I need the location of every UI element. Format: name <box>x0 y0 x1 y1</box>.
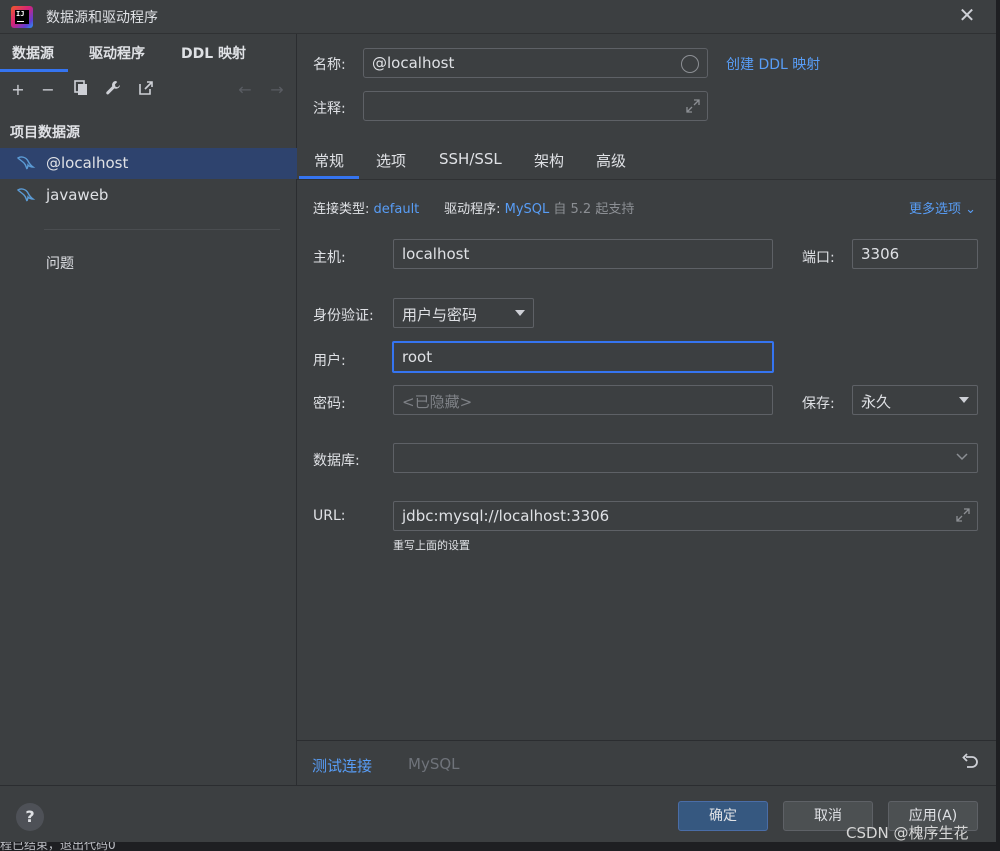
auth-value: 用户与密码 <box>402 306 478 324</box>
copy-icon[interactable] <box>71 80 91 100</box>
tab-ddl-mappings[interactable]: DDL 映射 <box>181 43 246 63</box>
tab-advanced[interactable]: 高级 <box>596 150 626 171</box>
name-value: @localhost <box>372 54 455 72</box>
title-bar: IJ 数据源和驱动程序 ✕ <box>0 0 996 34</box>
port-label: 端口: <box>802 250 835 266</box>
background-console-text: 程已结束，退出代码0 <box>0 842 116 851</box>
datasource-dialog: IJ 数据源和驱动程序 ✕ 数据源 驱动程序 DDL 映射 + − ← → 项目… <box>0 0 996 842</box>
name-input[interactable]: @localhost <box>363 48 708 78</box>
forward-arrow-icon[interactable]: → <box>267 80 287 100</box>
problems-item[interactable]: 问题 <box>46 253 74 273</box>
password-label: 密码: <box>313 396 346 412</box>
host-label: 主机: <box>313 250 346 266</box>
auth-dropdown[interactable]: 用户与密码 <box>393 298 534 328</box>
intellij-logo-icon: IJ <box>11 6 33 28</box>
tab-options[interactable]: 选项 <box>376 150 406 171</box>
url-input[interactable]: jdbc:mysql://localhost:3306 <box>393 501 978 531</box>
open-external-icon[interactable] <box>136 80 156 100</box>
general-form: 连接类型: default 驱动程序: MySQL 自 5.2 起支持 更多选项… <box>297 180 996 740</box>
user-input[interactable]: root <box>392 341 774 373</box>
connection-meta: 连接类型: default 驱动程序: MySQL 自 5.2 起支持 <box>313 198 634 217</box>
datasource-item-localhost[interactable]: @localhost <box>0 148 297 179</box>
revert-icon[interactable] <box>961 753 981 773</box>
chevron-down-icon[interactable] <box>955 449 969 463</box>
save-label: 保存: <box>802 396 835 412</box>
dropdown-arrow-icon <box>515 310 525 316</box>
name-comment-area: 名称: @localhost 创建 DDL 映射 注释: <box>297 34 996 144</box>
driver-support-text: 自 5.2 起支持 <box>553 202 635 217</box>
driver-link[interactable]: MySQL <box>505 202 550 217</box>
port-input[interactable]: 3306 <box>852 239 978 269</box>
dropdown-arrow-icon <box>959 397 969 403</box>
settings-tabs: 常规 选项 SSH/SSL 架构 高级 <box>297 144 996 180</box>
test-connection-link[interactable]: 测试连接 <box>312 755 372 776</box>
color-circle-icon[interactable] <box>681 55 699 73</box>
tab-schemas[interactable]: 架构 <box>534 150 564 171</box>
password-input[interactable]: <已隐藏> <box>393 385 773 415</box>
conn-type-label: 连接类型: <box>313 202 370 217</box>
help-icon[interactable]: ? <box>16 803 44 831</box>
mysql-dolphin-icon <box>16 186 36 204</box>
sidebar: 数据源 驱动程序 DDL 映射 + − ← → 项目数据源 @localhost… <box>0 34 297 785</box>
comment-label: 注释: <box>313 101 346 117</box>
auth-label: 身份验证: <box>313 308 374 324</box>
sidebar-toolbar: + − ← → <box>0 74 297 104</box>
url-value: jdbc:mysql://localhost:3306 <box>402 507 610 525</box>
database-input[interactable] <box>393 443 978 473</box>
mysql-dolphin-icon <box>16 154 36 172</box>
background-console: 程已结束，退出代码0 <box>0 842 996 851</box>
save-dropdown[interactable]: 永久 <box>852 385 978 415</box>
user-label: 用户: <box>313 353 346 369</box>
more-options-label: 更多选项 <box>909 202 962 217</box>
datasource-item-javaweb[interactable]: javaweb <box>0 180 297 211</box>
wrench-icon[interactable] <box>103 80 123 100</box>
window-title: 数据源和驱动程序 <box>46 10 158 26</box>
password-placeholder: <已隐藏> <box>402 393 473 411</box>
url-hint: 重写上面的设置 <box>393 539 470 552</box>
expand-icon[interactable] <box>955 507 970 522</box>
datasource-label: @localhost <box>46 154 129 172</box>
host-value: localhost <box>402 245 470 263</box>
background-editor-edge <box>996 0 1000 851</box>
close-icon[interactable]: ✕ <box>956 4 978 26</box>
remove-icon[interactable]: − <box>38 80 58 100</box>
connection-bar: 测试连接 MySQL <box>297 740 996 785</box>
tab-drivers[interactable]: 驱动程序 <box>89 43 145 63</box>
user-value: root <box>402 348 433 366</box>
driver-label: 驱动程序: <box>444 202 501 217</box>
datasource-label: javaweb <box>46 186 109 204</box>
more-options-link[interactable]: 更多选项 ⌄ <box>909 198 976 217</box>
tab-general[interactable]: 常规 <box>298 150 360 179</box>
sidebar-tabs: 数据源 驱动程序 DDL 映射 <box>0 34 297 72</box>
tab-datasources[interactable]: 数据源 <box>0 43 68 72</box>
watermark: CSDN @槐序生花 <box>846 824 969 842</box>
create-ddl-mapping-link[interactable]: 创建 DDL 映射 <box>726 54 820 74</box>
url-label: URL: <box>313 508 346 524</box>
port-value: 3306 <box>861 245 900 263</box>
conn-type-link[interactable]: default <box>374 202 420 217</box>
main-panel: 名称: @localhost 创建 DDL 映射 注释: 常规 选项 SSH/S… <box>297 34 996 785</box>
add-icon[interactable]: + <box>8 80 28 100</box>
expand-icon[interactable] <box>685 98 701 114</box>
divider <box>44 229 280 230</box>
ok-button[interactable]: 确定 <box>678 801 768 831</box>
tab-ssh-ssl[interactable]: SSH/SSL <box>439 150 502 168</box>
chevron-down-icon: ⌄ <box>965 202 977 217</box>
driver-name-label: MySQL <box>408 755 460 773</box>
name-label: 名称: <box>313 57 346 73</box>
back-arrow-icon[interactable]: ← <box>235 80 255 100</box>
comment-input[interactable] <box>363 91 708 121</box>
project-datasources-heading: 项目数据源 <box>10 125 80 141</box>
host-input[interactable]: localhost <box>393 239 773 269</box>
database-label: 数据库: <box>313 453 360 469</box>
save-value: 永久 <box>861 393 892 411</box>
